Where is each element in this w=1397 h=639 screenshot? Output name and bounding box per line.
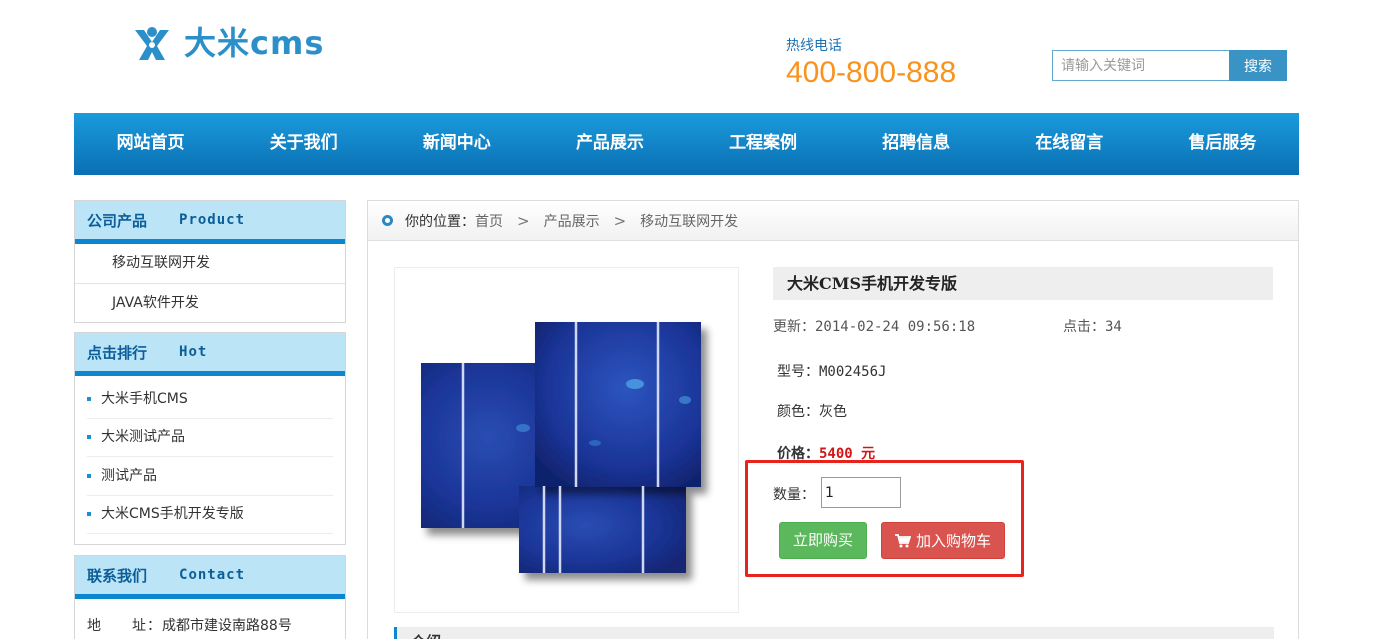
list-item[interactable]: 测试产品 — [87, 457, 333, 496]
hot-item-label: 大米测试产品 — [101, 429, 185, 446]
quantity-label: 数量： — [773, 487, 815, 503]
breadcrumb-products[interactable]: 产品展示 — [544, 211, 600, 231]
solar-panel-image — [421, 322, 701, 573]
hotline-number: 400-800-888 — [786, 56, 957, 89]
breadcrumb-separator: > — [517, 211, 530, 230]
breadcrumb: 你的位置： 首页 > 产品展示 > 移动互联网开发 — [368, 201, 1298, 241]
color-value: 灰色 — [819, 404, 847, 420]
quantity-input[interactable] — [821, 477, 901, 508]
location-icon — [382, 215, 393, 226]
sidebar-hot-title-en: Hot — [179, 344, 208, 360]
breadcrumb-category[interactable]: 移动互联网开发 — [640, 211, 738, 231]
nav-item-guestbook[interactable]: 在线留言 — [993, 113, 1146, 175]
nav-item-home[interactable]: 网站首页 — [74, 113, 227, 175]
sidebar-hot-title: 点击排行 — [87, 343, 148, 362]
sidebar-contact-panel: 联系我们 Contact 地 址：成都市建设南路88号 — [74, 555, 346, 639]
breadcrumb-separator: > — [613, 211, 627, 230]
add-to-cart-label: 加入购物车 — [915, 532, 991, 550]
search-box: 搜索 — [1052, 50, 1287, 81]
list-item[interactable]: 大米手机CMS — [87, 380, 333, 419]
sidebar-contact-title-en: Contact — [179, 567, 246, 583]
sidebar-contact-title: 联系我们 — [87, 566, 148, 585]
hot-item-label: 大米手机CMS — [101, 390, 188, 407]
updated-label: 更新： — [773, 319, 815, 335]
nav-item-service[interactable]: 售后服务 — [1146, 113, 1299, 175]
product-color: 颜色：灰色 — [777, 401, 847, 421]
contact-address: 地 址：成都市建设南路88号 — [75, 599, 345, 639]
sidebar-hot-header: 点击排行 Hot — [75, 333, 345, 376]
list-item[interactable]: 大米CMS手机开发专版 — [87, 496, 333, 534]
views-value: 34 — [1105, 319, 1122, 335]
hotline-label: 热线电话 — [786, 38, 842, 54]
search-input[interactable] — [1052, 50, 1229, 81]
bullet-icon — [87, 396, 91, 401]
site-logo[interactable]: 大米cms — [132, 24, 324, 62]
breadcrumb-prefix: 你的位置： — [405, 213, 475, 230]
product-model: 型号：M002456J — [777, 361, 886, 381]
add-to-cart-button[interactable]: 加入购物车 — [881, 522, 1005, 559]
product-title: 大米CMS手机开发专版 — [773, 267, 1273, 300]
buy-now-button[interactable]: 立即购买 — [779, 522, 867, 559]
search-button[interactable]: 搜索 — [1229, 50, 1287, 81]
list-item[interactable]: 大米测试产品 — [87, 419, 333, 457]
cart-icon — [894, 533, 911, 547]
views-label: 点击： — [1063, 319, 1105, 335]
nav-item-cases[interactable]: 工程案例 — [687, 113, 840, 175]
sidebar-item-java-dev[interactable]: JAVA软件开发 — [75, 283, 345, 322]
sidebar-item-mobile-dev[interactable]: 移动互联网开发 — [75, 244, 345, 283]
sidebar-products-header: 公司产品 Product — [75, 201, 345, 244]
product-detail-panel: 你的位置： 首页 > 产品展示 > 移动互联网开发 大米CMS手机开发专版 更新… — [367, 200, 1299, 639]
nav-item-jobs[interactable]: 招聘信息 — [840, 113, 993, 175]
logo-icon — [135, 27, 169, 60]
updated-value: 2014-02-24 09:56:18 — [815, 319, 976, 335]
color-label: 颜色： — [777, 404, 819, 420]
product-updated: 更新：2014-02-24 09:56:18 — [773, 316, 975, 336]
hot-item-label: 大米CMS手机开发专版 — [101, 506, 244, 523]
sidebar-products-title-en: Product — [179, 212, 246, 228]
model-value: M002456J — [819, 364, 887, 380]
sidebar-products-title: 公司产品 — [87, 211, 148, 230]
hot-item-label: 测试产品 — [101, 467, 157, 484]
logo-text: 大米cms — [184, 24, 325, 62]
breadcrumb-home[interactable]: 首页 — [475, 211, 503, 231]
bullet-icon — [87, 473, 91, 478]
sidebar-products-panel: 公司产品 Product 移动互联网开发 JAVA软件开发 — [74, 200, 346, 323]
tab-introduction[interactable]: 介绍 — [394, 627, 1274, 639]
product-views: 点击：34 — [1063, 316, 1122, 336]
address-label: 地 址： — [87, 618, 162, 634]
address-value: 成都市建设南路88号 — [162, 618, 292, 634]
bullet-icon — [87, 512, 91, 517]
sidebar-hot-panel: 点击排行 Hot 大米手机CMS 大米测试产品 测试产品 大米CMS手机开发专版 — [74, 332, 346, 545]
main-nav: 网站首页 关于我们 新闻中心 产品展示 工程案例 招聘信息 在线留言 售后服务 — [74, 113, 1299, 175]
bullet-icon — [87, 435, 91, 440]
model-label: 型号： — [777, 364, 819, 380]
nav-item-products[interactable]: 产品展示 — [533, 113, 686, 175]
product-image[interactable] — [394, 267, 739, 613]
nav-item-news[interactable]: 新闻中心 — [380, 113, 533, 175]
sidebar-contact-header: 联系我们 Contact — [75, 556, 345, 599]
nav-item-about[interactable]: 关于我们 — [227, 113, 380, 175]
